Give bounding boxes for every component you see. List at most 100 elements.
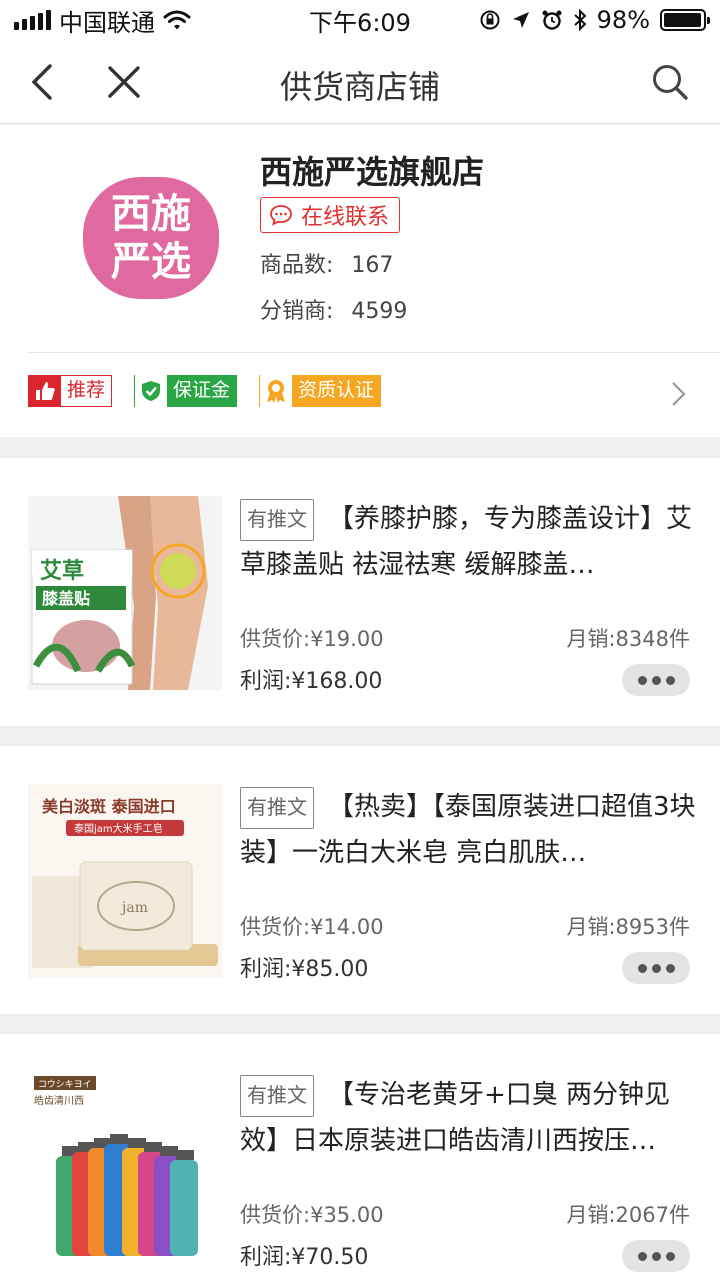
rice-soap-image: 美白淡斑 泰国进口 泰国jam大米手工皂 jam: [28, 784, 222, 978]
shop-header: 西施 严选 西施严选旗舰店 在线联系 商品数: 167 分销商: 4599 推荐 保…: [0, 125, 720, 437]
more-options-button[interactable]: [622, 664, 690, 696]
product-image: 艾草 膝盖贴: [28, 496, 222, 690]
supply-price: 供货价:¥35.00: [240, 1199, 384, 1229]
monthly-sales: 月销:2067件: [566, 1199, 690, 1229]
more-options-button[interactable]: [622, 1240, 690, 1272]
shop-logo: 西施 严选: [83, 177, 219, 299]
product-card[interactable]: 艾草 膝盖贴 有推文 【养膝护膝，专为膝盖设计】艾草膝盖贴 祛湿祛寒 缓解膝盖… …: [0, 458, 720, 726]
contact-online-label: 在线联系: [301, 205, 390, 230]
profit: 利润:¥70.50: [240, 1239, 368, 1271]
product-title: 有推文 【专治老黄牙+口臭 两分钟见效】日本原装进口皓齿清川西按压…: [240, 1072, 700, 1164]
product-image: 美白淡斑 泰国进口 泰国jam大米手工皂 jam: [28, 784, 222, 978]
more-dot: [651, 963, 661, 973]
distributors-value: 4599: [351, 299, 408, 324]
rotation-lock-icon: [480, 10, 500, 30]
distributors-label: 分销商:: [260, 299, 334, 324]
profit-label: 利润:: [240, 957, 292, 982]
shop-divider: [28, 352, 720, 353]
battery-icon: [660, 9, 710, 31]
monthly-sales-value: 8348件: [615, 627, 690, 651]
location-icon: [512, 12, 529, 28]
more-dot: [637, 1251, 647, 1261]
supply-price-value: ¥14.00: [310, 915, 384, 939]
profit: 利润:¥168.00: [240, 663, 382, 695]
supply-price-value: ¥35.00: [310, 1203, 384, 1227]
knee-patch-label: 膝盖贴: [42, 589, 90, 608]
knee-patch-image: 艾草 膝盖贴: [28, 496, 222, 690]
promo-tag: 有推文: [240, 786, 314, 829]
more-dot: [651, 1251, 661, 1261]
bluetooth-icon: [573, 9, 587, 31]
shop-logo-line1: 西施: [111, 190, 191, 237]
profit-label: 利润:: [240, 1245, 292, 1270]
shop-logo-line2: 严选: [111, 238, 191, 285]
product-card[interactable]: コウシキヨイ 皓齿清川西 有推文 【专治老黄牙+口臭 两分钟见效】日本原装进口皓齿…: [0, 1034, 720, 1280]
promo-tag: 有推文: [240, 498, 314, 541]
rice-soap-label: 泰国jam大米手工皂: [74, 822, 163, 835]
more-options-button[interactable]: [622, 952, 690, 984]
goods-count-value: 167: [351, 253, 394, 278]
contact-online-button[interactable]: 在线联系: [260, 197, 401, 233]
badge-certified-label: 资质认证: [292, 375, 381, 407]
more-dot: [637, 963, 647, 973]
supply-price-label: 供货价:: [240, 915, 311, 939]
search-icon: [653, 65, 688, 100]
status-right: 98%: [479, 6, 710, 34]
supply-price-label: 供货价:: [240, 627, 311, 651]
chevron-right-icon[interactable]: [670, 381, 686, 407]
badge-certified: 资质认证: [259, 375, 382, 407]
monthly-sales-label: 月销:: [566, 1203, 616, 1227]
knee-patch-brand: 艾草: [40, 558, 84, 584]
shop-badges[interactable]: 推荐 保证金 资质认证: [28, 375, 382, 407]
certificate-icon: [260, 375, 293, 407]
battery-percent: 98%: [596, 6, 650, 34]
monthly-sales: 月销:8953件: [566, 911, 690, 941]
shop-name: 西施严选旗舰店: [260, 153, 485, 191]
more-dot: [637, 675, 647, 685]
supply-price-label: 供货价:: [240, 1203, 311, 1227]
monthly-sales-label: 月销:: [566, 627, 616, 651]
battery-level: [664, 13, 702, 27]
profit-value: ¥70.50: [291, 1245, 369, 1270]
status-left: 中国联通: [14, 3, 191, 38]
product-title: 有推文 【热卖】【泰国原装进口超值3块装】一洗白大米皂 亮白肌肤…: [240, 784, 700, 876]
more-dot: [665, 963, 675, 973]
rice-soap-slogan: 美白淡斑 泰国进口: [42, 797, 176, 816]
profit-value: ¥168.00: [291, 669, 383, 694]
product-card[interactable]: 美白淡斑 泰国进口 泰国jam大米手工皂 jam 有推文 【热卖】【泰国原装进口超…: [0, 746, 720, 1014]
chat-bubble-icon: [270, 205, 292, 226]
distributors-row: 分销商: 4599: [260, 293, 407, 325]
alarm-icon: [542, 10, 562, 30]
more-dot: [665, 1251, 675, 1261]
nav-bar: 供货商店铺: [0, 40, 720, 124]
monthly-sales-label: 月销:: [566, 915, 616, 939]
product-image: コウシキヨイ 皓齿清川西: [28, 1072, 222, 1266]
search-button[interactable]: [646, 58, 694, 106]
badge-deposit-label: 保证金: [167, 375, 237, 407]
promo-tag: 有推文: [240, 1074, 314, 1117]
page-title: 供货商店铺: [279, 68, 440, 106]
signal-icon: [14, 10, 51, 30]
monthly-sales: 月销:8348件: [566, 623, 690, 653]
toothpaste-image: コウシキヨイ 皓齿清川西: [28, 1072, 222, 1266]
shield-check-icon: [135, 375, 168, 407]
supply-price: 供货价:¥14.00: [240, 911, 384, 941]
more-dot: [651, 675, 661, 685]
thumbs-up-icon: [29, 375, 61, 407]
supply-price: 供货价:¥19.00: [240, 623, 384, 653]
goods-count-row: 商品数: 167: [260, 247, 393, 279]
profit-value: ¥85.00: [291, 957, 369, 982]
badge-recommended: 推荐: [28, 375, 113, 407]
rice-soap-brand: jam: [120, 900, 148, 916]
supply-price-value: ¥19.00: [310, 627, 384, 651]
badge-recommended-label: 推荐: [67, 379, 106, 401]
toothpaste-brand-jp: コウシキヨイ: [38, 1079, 92, 1090]
product-title: 有推文 【养膝护膝，专为膝盖设计】艾草膝盖贴 祛湿祛寒 缓解膝盖…: [240, 496, 700, 588]
goods-count-label: 商品数:: [260, 253, 334, 278]
more-dot: [665, 675, 675, 685]
profit-label: 利润:: [240, 669, 292, 694]
toothpaste-brand-cn: 皓齿清川西: [34, 1094, 84, 1107]
badge-deposit: 保证金: [134, 375, 238, 407]
monthly-sales-value: 2067件: [615, 1203, 690, 1227]
profit: 利润:¥85.00: [240, 951, 368, 983]
